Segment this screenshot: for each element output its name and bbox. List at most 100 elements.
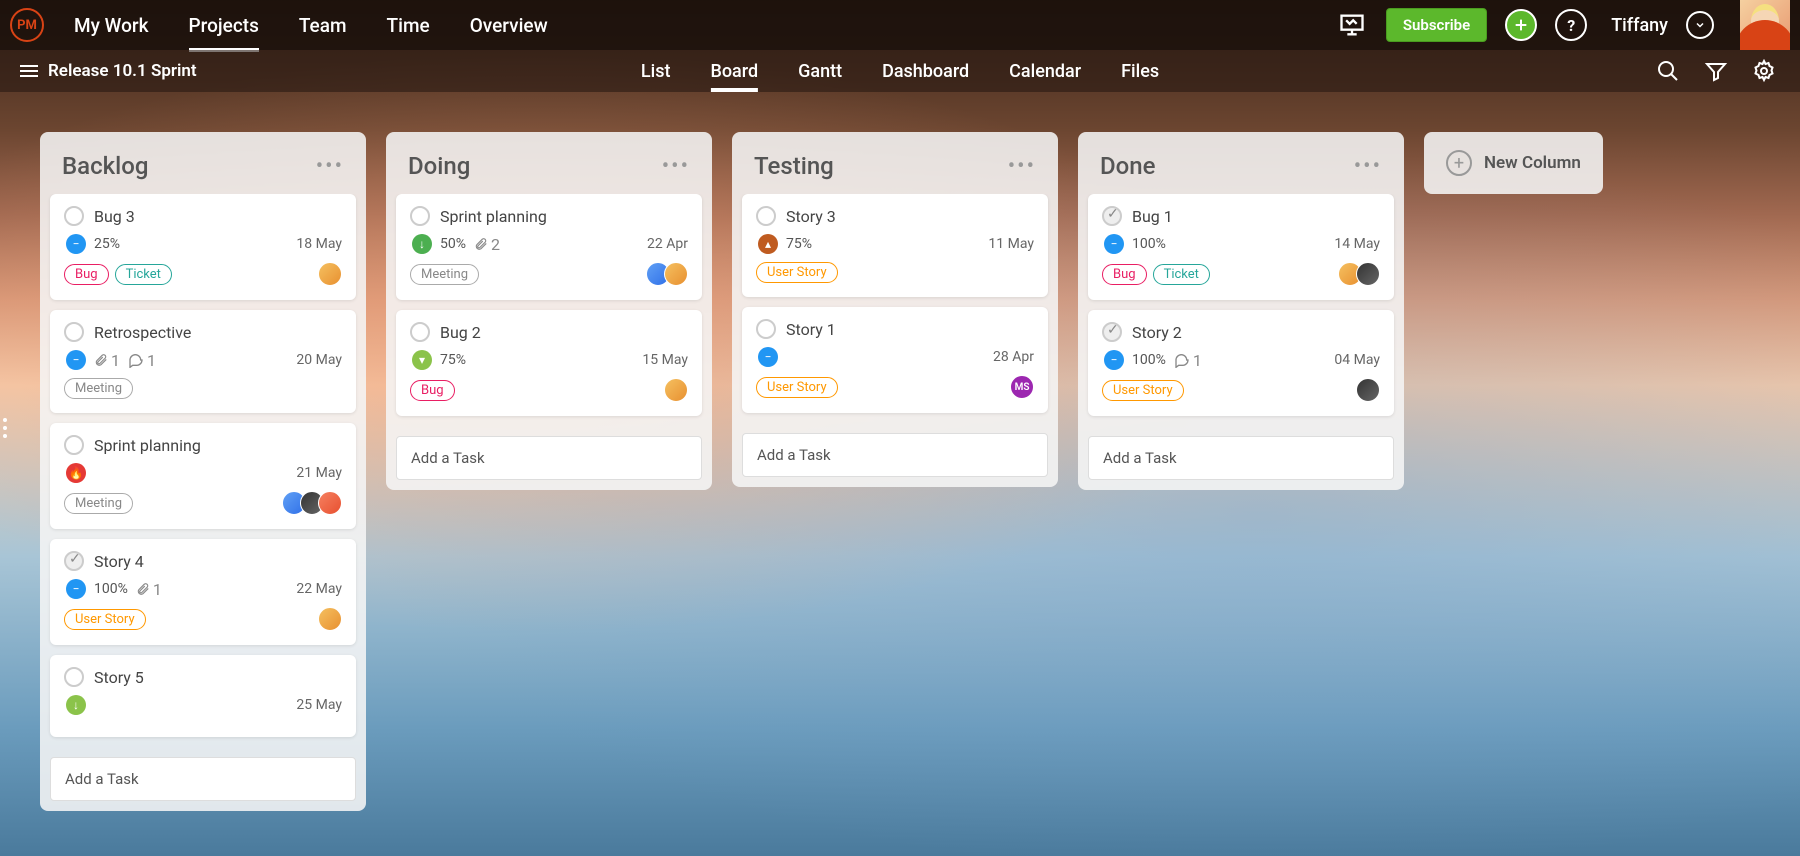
main-nav-overview[interactable]: Overview: [470, 2, 548, 49]
progress-percent: 100%: [1132, 236, 1166, 252]
attachment-count: 2: [474, 235, 500, 254]
add-task-button[interactable]: Add a Task: [396, 436, 702, 480]
left-handle-icon[interactable]: [0, 418, 10, 438]
assignees: [1344, 262, 1380, 286]
complete-checkbox[interactable]: [64, 667, 84, 687]
progress-percent: 25%: [94, 236, 120, 252]
tag-meeting: Meeting: [64, 493, 133, 514]
task-card[interactable]: Retrospective −1120 May Meeting: [50, 310, 356, 413]
view-dashboard[interactable]: Dashboard: [882, 53, 969, 90]
main-nav-time[interactable]: Time: [387, 2, 430, 49]
task-card[interactable]: Story 1 −28 Apr User StoryMS: [742, 307, 1048, 413]
view-files[interactable]: Files: [1121, 53, 1159, 90]
column-backlog: Backlog ••• Bug 3 −25%18 May BugTicket Re…: [40, 132, 366, 811]
complete-checkbox[interactable]: [1102, 322, 1122, 342]
task-card[interactable]: Sprint planning ↓50%222 Apr Meeting: [396, 194, 702, 300]
task-card[interactable]: Story 4 −100%122 May User Story: [50, 539, 356, 645]
sub-bar: Release 10.1 Sprint List Board Gantt Dashbo…: [0, 50, 1800, 92]
task-title: Bug 1: [1132, 207, 1173, 226]
tag-story: User Story: [756, 377, 838, 398]
assignees: [652, 262, 688, 286]
priority-icon: ↓: [66, 695, 86, 715]
comment-count: 1: [128, 351, 156, 370]
complete-checkbox[interactable]: [64, 435, 84, 455]
assignees: [670, 378, 688, 402]
complete-checkbox[interactable]: [64, 322, 84, 342]
task-card[interactable]: Bug 1 −100%14 May BugTicket: [1088, 194, 1394, 300]
add-task-button[interactable]: Add a Task: [50, 757, 356, 801]
priority-icon: ▴: [758, 234, 778, 254]
view-gantt[interactable]: Gantt: [798, 53, 842, 90]
new-column-label: New Column: [1484, 153, 1581, 173]
due-date: 04 May: [1334, 352, 1380, 368]
plus-icon: +: [1446, 150, 1472, 176]
filter-icon[interactable]: [1700, 55, 1732, 87]
comment-count: 1: [1174, 351, 1202, 370]
column-menu-icon[interactable]: •••: [1354, 154, 1382, 179]
assignee-avatar: MS: [1010, 375, 1034, 399]
task-title: Bug 3: [94, 207, 135, 226]
add-task-button[interactable]: Add a Task: [1088, 436, 1394, 480]
assignees: [1362, 378, 1380, 402]
board: Backlog ••• Bug 3 −25%18 May BugTicket Re…: [0, 92, 1800, 856]
column-menu-icon[interactable]: •••: [316, 154, 344, 179]
complete-checkbox[interactable]: [64, 206, 84, 226]
task-card[interactable]: Bug 3 −25%18 May BugTicket: [50, 194, 356, 300]
due-date: 14 May: [1334, 236, 1380, 252]
new-column-button[interactable]: + New Column: [1424, 132, 1603, 194]
presentation-icon[interactable]: [1336, 9, 1368, 41]
main-nav-my-work[interactable]: My Work: [74, 2, 149, 49]
subscribe-button[interactable]: Subscribe: [1386, 8, 1487, 42]
complete-checkbox[interactable]: [756, 206, 776, 226]
view-list[interactable]: List: [641, 53, 671, 90]
add-button[interactable]: [1505, 9, 1537, 41]
column-done: Done••• Bug 1 −100%14 May BugTicket Stor…: [1078, 132, 1404, 490]
add-task-button[interactable]: Add a Task: [742, 433, 1048, 477]
task-card[interactable]: Sprint planning 🔥21 May Meeting: [50, 423, 356, 529]
assignee-avatar: [318, 607, 342, 631]
task-title: Sprint planning: [94, 436, 201, 455]
user-name[interactable]: Tiffany: [1611, 15, 1668, 36]
assignee-avatar: [1356, 378, 1380, 402]
search-icon[interactable]: [1652, 55, 1684, 87]
project-name[interactable]: Release 10.1 Sprint: [48, 61, 197, 81]
complete-checkbox[interactable]: [410, 206, 430, 226]
column-menu-icon[interactable]: •••: [1008, 154, 1036, 179]
complete-checkbox[interactable]: [410, 322, 430, 342]
settings-icon[interactable]: [1748, 55, 1780, 87]
task-card[interactable]: Story 2 −100%104 May User Story: [1088, 310, 1394, 416]
task-title: Story 5: [94, 668, 144, 687]
view-board[interactable]: Board: [710, 53, 758, 90]
priority-icon: −: [66, 350, 86, 370]
task-title: Story 3: [786, 207, 836, 226]
assignee-avatar: [1356, 262, 1380, 286]
task-title: Bug 2: [440, 323, 481, 342]
column-title: Testing: [754, 152, 834, 180]
attachment-count: 1: [94, 351, 120, 370]
column-menu-icon[interactable]: •••: [662, 154, 690, 179]
complete-checkbox[interactable]: [64, 551, 84, 571]
complete-checkbox[interactable]: [1102, 206, 1122, 226]
user-avatar[interactable]: [1740, 0, 1790, 50]
view-calendar[interactable]: Calendar: [1009, 53, 1081, 90]
progress-percent: 100%: [1132, 352, 1166, 368]
column-title: Backlog: [62, 152, 148, 180]
due-date: 25 May: [296, 697, 342, 713]
task-card[interactable]: Story 5 ↓ 25 May: [50, 655, 356, 737]
main-nav-team[interactable]: Team: [299, 2, 347, 49]
tag-ticket: Ticket: [115, 264, 172, 285]
column-title: Doing: [408, 152, 470, 180]
task-card[interactable]: Bug 2 ▾75%15 May Bug: [396, 310, 702, 416]
complete-checkbox[interactable]: [756, 319, 776, 339]
task-title: Sprint planning: [440, 207, 547, 226]
menu-icon[interactable]: [20, 65, 38, 77]
priority-icon: ▾: [412, 350, 432, 370]
tag-ticket: Ticket: [1153, 264, 1210, 285]
priority-icon: −: [66, 579, 86, 599]
tag-story: User Story: [64, 609, 146, 630]
app-logo[interactable]: PM: [10, 8, 44, 42]
help-button[interactable]: ?: [1555, 9, 1587, 41]
main-nav-projects[interactable]: Projects: [189, 2, 259, 49]
user-menu-chevron-icon[interactable]: [1686, 11, 1714, 39]
task-card[interactable]: Story 3 ▴75%11 May User Story: [742, 194, 1048, 297]
